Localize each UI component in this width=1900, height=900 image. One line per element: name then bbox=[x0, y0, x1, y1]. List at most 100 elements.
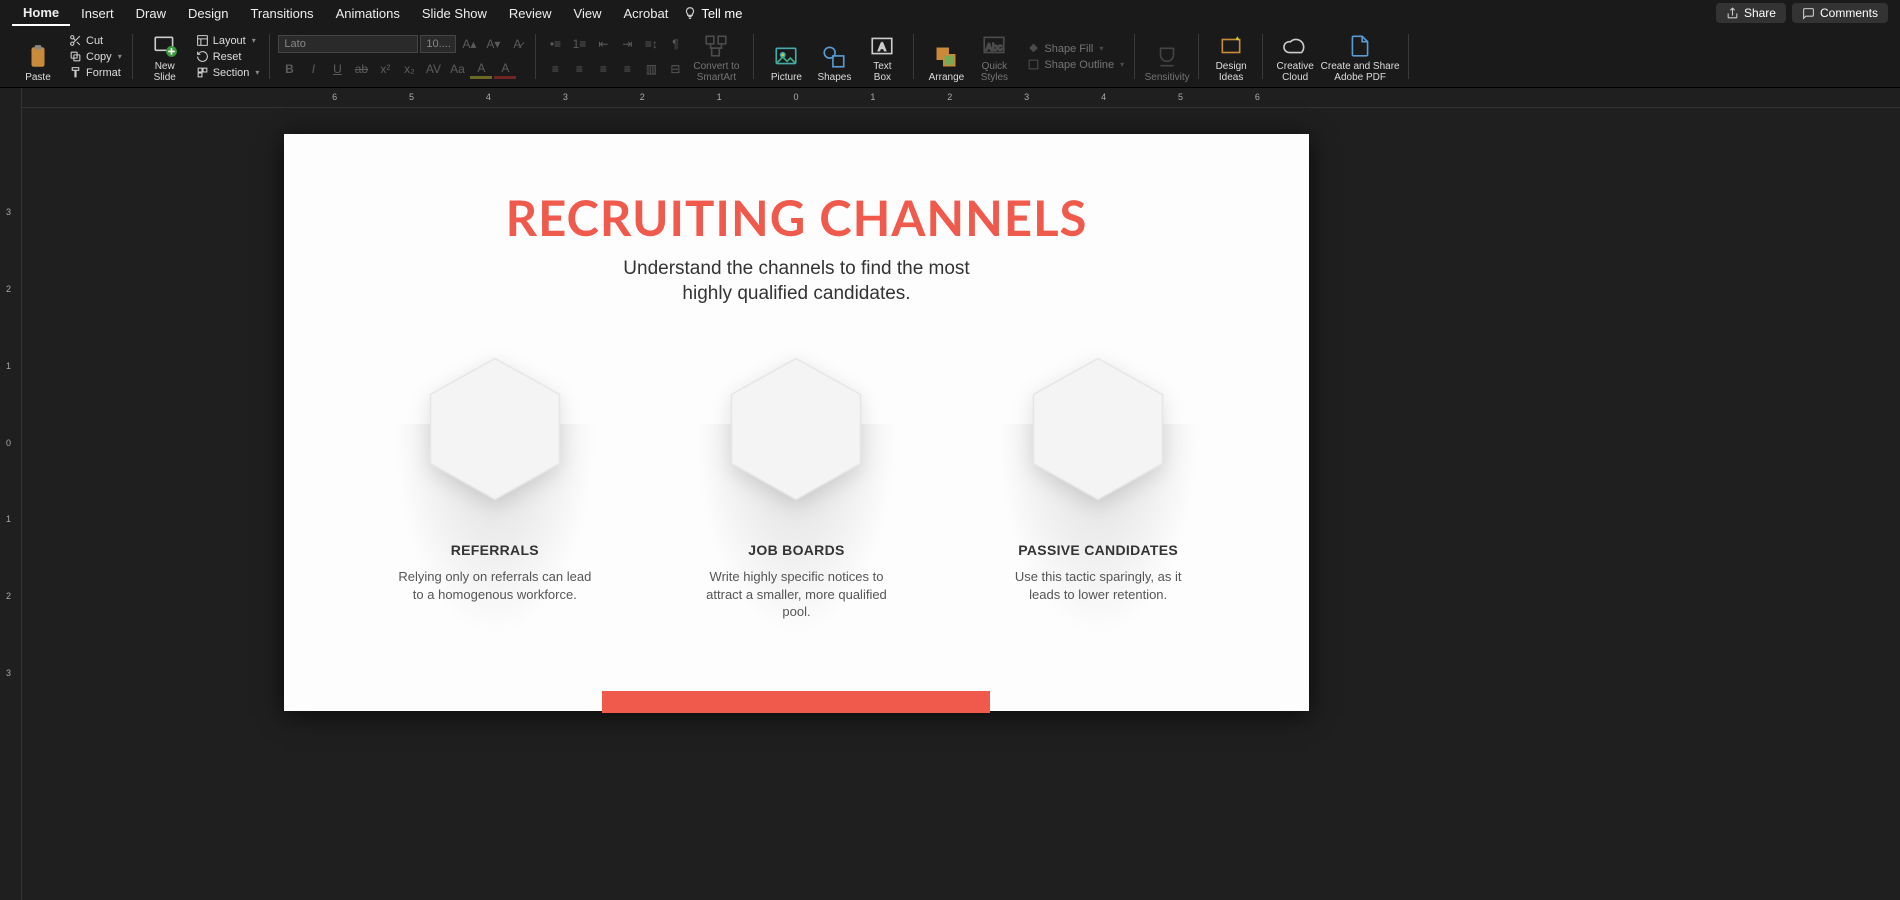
textbox-icon: A bbox=[869, 33, 895, 59]
col-body: Relying only on referrals can lead to a … bbox=[365, 568, 625, 603]
section-button[interactable]: Section▾ bbox=[193, 65, 263, 80]
layout-label: Layout bbox=[213, 35, 246, 47]
slide-canvas[interactable]: RECRUITING CHANNELS Understand the chann… bbox=[284, 134, 1309, 711]
shapes-button[interactable]: Shapes bbox=[810, 28, 858, 86]
design-ideas-button[interactable]: Design Ideas bbox=[1207, 28, 1255, 86]
italic-icon[interactable]: I bbox=[302, 59, 324, 79]
create-pdf-button[interactable]: Create and Share Adobe PDF bbox=[1319, 28, 1401, 86]
align-text-icon[interactable]: ⊟ bbox=[664, 59, 686, 79]
paste-button[interactable]: Paste bbox=[14, 28, 62, 86]
bold-icon[interactable]: B bbox=[278, 59, 300, 79]
sensitivity-label: Sensitivity bbox=[1145, 72, 1190, 83]
svg-text:Abc: Abc bbox=[986, 42, 1003, 53]
tab-review[interactable]: Review bbox=[498, 2, 563, 25]
tell-me-label: Tell me bbox=[701, 6, 742, 21]
design-ideas-label: Design Ideas bbox=[1216, 61, 1247, 83]
tab-insert[interactable]: Insert bbox=[70, 2, 125, 25]
clear-formatting-icon[interactable]: A̷ bbox=[506, 34, 528, 54]
slide-subtitle[interactable]: Understand the channels to find the most… bbox=[284, 257, 1309, 306]
comments-label: Comments bbox=[1820, 6, 1878, 20]
decrease-indent-icon[interactable]: ⇤ bbox=[592, 34, 614, 54]
textbox-button[interactable]: A Text Box bbox=[858, 28, 906, 86]
new-slide-button[interactable]: New Slide bbox=[141, 28, 189, 86]
tab-draw[interactable]: Draw bbox=[125, 2, 177, 25]
tab-slideshow[interactable]: Slide Show bbox=[411, 2, 498, 25]
shape-fill-button[interactable]: Shape Fill▾ bbox=[1024, 41, 1127, 56]
underline-icon[interactable]: U bbox=[326, 59, 348, 79]
strike-icon[interactable]: ab bbox=[350, 59, 372, 79]
tab-home[interactable]: Home bbox=[12, 1, 70, 26]
text-direction-icon[interactable]: ¶ bbox=[664, 34, 686, 54]
slide-title[interactable]: RECRUITING CHANNELS bbox=[284, 189, 1309, 247]
reset-button[interactable]: Reset bbox=[193, 49, 263, 64]
creative-cloud-button[interactable]: Creative Cloud bbox=[1271, 28, 1319, 86]
new-slide-icon bbox=[152, 33, 178, 59]
tab-animations[interactable]: Animations bbox=[325, 2, 411, 25]
justify-icon[interactable]: ≡ bbox=[616, 59, 638, 79]
col-referrals[interactable]: REFERRALS Relying only on referrals can … bbox=[365, 354, 625, 621]
copy-icon bbox=[69, 50, 82, 63]
share-button[interactable]: Share bbox=[1716, 3, 1786, 23]
tab-design[interactable]: Design bbox=[177, 2, 239, 25]
change-case-icon[interactable]: Aa bbox=[446, 59, 468, 79]
reset-label: Reset bbox=[213, 51, 242, 63]
font-size-input[interactable] bbox=[420, 35, 456, 53]
highlight-icon[interactable]: A bbox=[470, 59, 492, 79]
share-icon bbox=[1726, 7, 1739, 20]
picture-icon bbox=[773, 44, 799, 70]
convert-smartart-button[interactable]: Convert to SmartArt bbox=[686, 28, 746, 86]
numbering-icon[interactable]: 1≡ bbox=[568, 34, 590, 54]
copy-button[interactable]: Copy▾ bbox=[66, 49, 125, 64]
font-color-icon[interactable]: A bbox=[494, 59, 516, 79]
lightbulb-icon bbox=[683, 6, 697, 20]
group-arrange: Arrange Abc Quick Styles Shape Fill▾ Sha… bbox=[914, 26, 1135, 87]
accent-bar[interactable] bbox=[602, 691, 990, 713]
paste-icon bbox=[25, 44, 51, 70]
arrange-button[interactable]: Arrange bbox=[922, 28, 970, 86]
subscript-icon[interactable]: x₂ bbox=[398, 59, 420, 79]
sensitivity-button[interactable]: Sensitivity bbox=[1143, 28, 1191, 86]
increase-indent-icon[interactable]: ⇥ bbox=[616, 34, 638, 54]
tab-view[interactable]: View bbox=[563, 2, 613, 25]
quick-styles-button[interactable]: Abc Quick Styles bbox=[970, 28, 1018, 86]
col-body: Use this tactic sparingly, as it leads t… bbox=[968, 568, 1228, 603]
comments-button[interactable]: Comments bbox=[1792, 3, 1888, 23]
text-effect-icon[interactable]: AV bbox=[422, 59, 444, 79]
cut-button[interactable]: Cut bbox=[66, 33, 125, 48]
format-painter-button[interactable]: Format bbox=[66, 65, 125, 80]
line-spacing-icon[interactable]: ≡↕ bbox=[640, 34, 662, 54]
outline-icon bbox=[1027, 58, 1040, 71]
col-passive[interactable]: PASSIVE CANDIDATES Use this tactic spari… bbox=[968, 354, 1228, 621]
tell-me[interactable]: Tell me bbox=[683, 6, 742, 21]
layout-button[interactable]: Layout▾ bbox=[193, 33, 263, 48]
tab-acrobat[interactable]: Acrobat bbox=[613, 2, 680, 25]
vertical-ruler[interactable]: 3210123 bbox=[0, 88, 22, 900]
align-right-icon[interactable]: ≡ bbox=[592, 59, 614, 79]
decrease-font-icon[interactable]: A▾ bbox=[482, 34, 504, 54]
bullets-icon[interactable]: •≡ bbox=[544, 34, 566, 54]
smartart-icon bbox=[703, 33, 729, 59]
tab-transitions[interactable]: Transitions bbox=[239, 2, 324, 25]
svg-text:A: A bbox=[879, 41, 887, 53]
comment-icon bbox=[1802, 7, 1815, 20]
align-center-icon[interactable]: ≡ bbox=[568, 59, 590, 79]
align-left-icon[interactable]: ≡ bbox=[544, 59, 566, 79]
reset-icon bbox=[196, 50, 209, 63]
font-name-input[interactable] bbox=[278, 35, 418, 53]
increase-font-icon[interactable]: A▴ bbox=[458, 34, 480, 54]
columns-icon[interactable]: ▥ bbox=[640, 59, 662, 79]
picture-label: Picture bbox=[771, 72, 802, 83]
hexagon-shape bbox=[1023, 354, 1173, 504]
superscript-icon[interactable]: x² bbox=[374, 59, 396, 79]
new-slide-label: New Slide bbox=[154, 61, 176, 83]
pdf-icon bbox=[1347, 33, 1373, 59]
shape-outline-button[interactable]: Shape Outline▾ bbox=[1024, 57, 1127, 72]
horizontal-ruler[interactable]: 6543210123456 bbox=[22, 88, 1900, 108]
group-insert: Picture Shapes A Text Box bbox=[754, 26, 914, 87]
col-body: Write highly specific notices to attract… bbox=[666, 568, 926, 621]
group-ideas: Design Ideas bbox=[1199, 26, 1263, 87]
picture-button[interactable]: Picture bbox=[762, 28, 810, 86]
hexagon-shape bbox=[420, 354, 570, 504]
col-heading: JOB BOARDS bbox=[666, 542, 926, 558]
col-jobboards[interactable]: JOB BOARDS Write highly specific notices… bbox=[666, 354, 926, 621]
